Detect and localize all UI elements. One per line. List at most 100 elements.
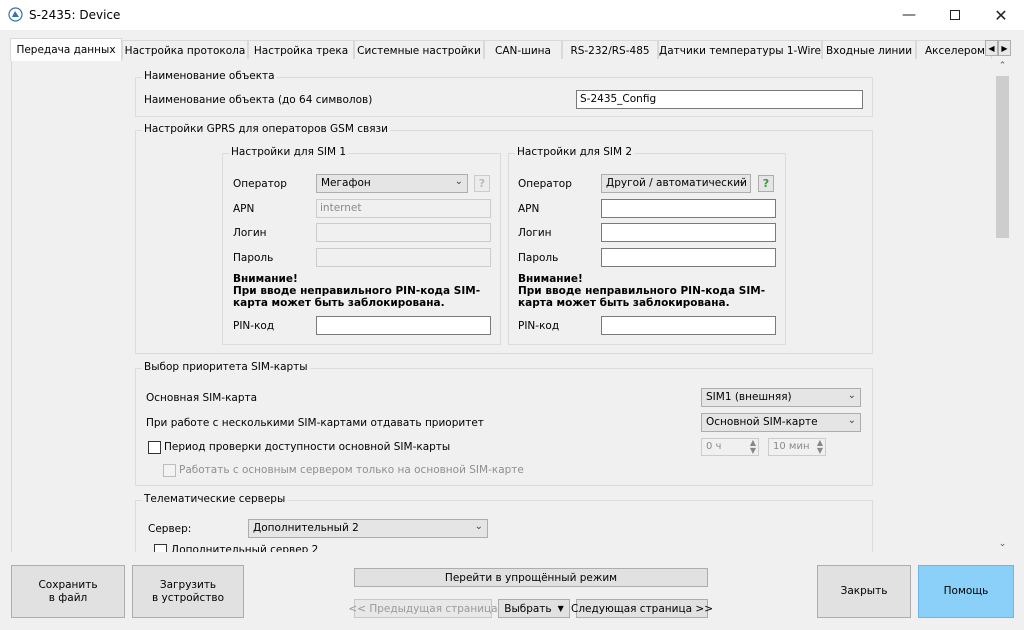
- chevron-down-icon: ⌄: [847, 390, 856, 401]
- sim1-warning: Внимание! При вводе неправильного PIN-ко…: [233, 273, 480, 309]
- sim1-password-input[interactable]: [316, 248, 491, 267]
- tab-track[interactable]: Настройка трека: [248, 40, 354, 60]
- sim1-operator-value: Мегафон: [321, 177, 371, 189]
- maximize-button[interactable]: [932, 0, 978, 30]
- load-to-device-button[interactable]: Загрузить в устройство: [132, 565, 244, 618]
- priority-value: Основной SIM-карте: [706, 416, 818, 428]
- sim1-warning-title: Внимание!: [233, 273, 298, 285]
- caret-down-icon: ▼: [557, 604, 564, 613]
- next-page-button[interactable]: Следующая страница >>: [571, 599, 713, 618]
- sim2-password-input[interactable]: [601, 248, 776, 267]
- tab-can[interactable]: CAN-шина: [484, 40, 562, 60]
- window-title: S-2435: Device: [29, 8, 121, 22]
- select-button[interactable]: Выбрать ▼: [498, 599, 570, 618]
- scroll-up-icon[interactable]: ⌃: [993, 61, 1012, 71]
- arrow-right-icon: ▶: [1001, 43, 1008, 53]
- save-to-file-label: Сохранить в файл: [38, 579, 97, 605]
- sim2-group: Настройки для SIM 2 Оператор Другой / ав…: [508, 146, 786, 345]
- chevron-down-icon: ⌄: [737, 176, 746, 187]
- sim2-apn-label: APN: [518, 203, 540, 215]
- scrollbar-thumb[interactable]: [996, 76, 1009, 238]
- sim2-login-input[interactable]: [601, 223, 776, 242]
- main-sim-label: Основная SIM-карта: [146, 392, 258, 404]
- load-line2: в устройство: [151, 591, 225, 604]
- tab-protocol[interactable]: Настройка протокола: [122, 40, 248, 60]
- gprs-group: Настройки GPRS для операторов GSM связи …: [135, 123, 873, 354]
- sim2-title: Настройки для SIM 2: [515, 146, 635, 158]
- main-sim-select[interactable]: SIM1 (внешняя) ⌄: [701, 388, 861, 407]
- sim2-password-label: Пароль: [518, 252, 559, 264]
- sim2-warning-title: Внимание!: [518, 273, 583, 285]
- tab-data-transfer[interactable]: Передача данных: [10, 38, 122, 61]
- extra-server-checkbox[interactable]: [154, 544, 167, 552]
- sim1-operator-label: Оператор: [233, 178, 287, 190]
- help-button[interactable]: Помощь: [918, 565, 1014, 618]
- app-icon: [8, 7, 23, 22]
- priority-label: При работе с несколькими SIM-картами отд…: [146, 417, 484, 429]
- scroll-down-icon[interactable]: ⌄: [993, 539, 1012, 549]
- load-line1: Загрузить: [159, 578, 217, 591]
- hours-value: 0 ч: [706, 441, 722, 452]
- sim2-operator-label: Оператор: [518, 178, 572, 190]
- sim1-warning-line2: карта может быть заблокирована.: [233, 297, 445, 309]
- tab-scroll-right[interactable]: ▶: [998, 40, 1011, 56]
- sim1-apn-input[interactable]: internet: [316, 199, 491, 218]
- sim2-help-button[interactable]: ?: [758, 175, 774, 192]
- sim2-pin-input[interactable]: [601, 316, 776, 335]
- sim2-login-label: Логин: [518, 227, 552, 239]
- object-name-label: Наименование объекта (до 64 символов): [144, 94, 373, 106]
- sim1-group: Настройки для SIM 1 Оператор Мегафон ⌄ ? …: [222, 146, 501, 345]
- close-window-button[interactable]: ✕: [978, 0, 1024, 30]
- tab-1wire[interactable]: Датчики температуры 1-Wire: [658, 40, 822, 60]
- minimize-icon: —: [902, 7, 916, 23]
- close-button[interactable]: Закрыть: [817, 565, 911, 618]
- tab-scroll-left[interactable]: ◀: [985, 40, 998, 56]
- sim1-pin-input[interactable]: [316, 316, 491, 335]
- prev-page-button[interactable]: << Предыдущая страница: [348, 599, 498, 618]
- sim-priority-title: Выбор приоритета SIM-карты: [142, 361, 310, 373]
- sim1-pin-label: PIN-код: [233, 320, 275, 332]
- simple-mode-button[interactable]: Перейти в упрощённый режим: [354, 568, 708, 587]
- tab-bar: Передача данных Настройка протокола Наст…: [10, 38, 1012, 61]
- sim2-apn-input[interactable]: [601, 199, 776, 218]
- priority-select[interactable]: Основной SIM-карте ⌄: [701, 413, 861, 432]
- sim1-help-button[interactable]: ?: [474, 175, 490, 192]
- save-line1: Сохранить: [38, 578, 98, 591]
- chevron-down-icon: ⌄: [474, 521, 483, 532]
- sim1-login-input[interactable]: [316, 223, 491, 242]
- minutes-value: 10 мин: [773, 441, 810, 452]
- sim2-warning: Внимание! При вводе неправильного PIN-ко…: [518, 273, 765, 309]
- hours-spinner[interactable]: 0 ч ▲ ▼: [701, 438, 759, 456]
- tab-inputs[interactable]: Входные линии: [822, 40, 916, 60]
- minutes-spinner[interactable]: 10 мин ▲ ▼: [768, 438, 826, 456]
- sim1-title: Настройки для SIM 1: [229, 146, 349, 158]
- server-value: Дополнительный 2: [253, 522, 359, 534]
- arrow-left-icon: ◀: [988, 43, 995, 53]
- sim1-operator-select[interactable]: Мегафон ⌄: [316, 174, 468, 193]
- minimize-button[interactable]: —: [886, 0, 932, 30]
- server-select[interactable]: Дополнительный 2 ⌄: [248, 519, 488, 538]
- telematics-group: Телематические серверы Сервер: Дополните…: [135, 493, 873, 552]
- check-period-checkbox[interactable]: [148, 441, 161, 454]
- load-to-device-label: Загрузить в устройство: [152, 579, 224, 605]
- select-label: Выбрать: [504, 602, 552, 615]
- sim2-warning-line1: При вводе неправильного PIN-кода SIM-: [518, 285, 766, 297]
- maximize-icon: [950, 10, 960, 20]
- close-icon: ✕: [994, 5, 1008, 25]
- tab-system[interactable]: Системные настройки: [354, 40, 484, 60]
- tab-accelerometer[interactable]: Акселероме: [916, 40, 992, 60]
- sim1-apn-label: APN: [233, 203, 255, 215]
- check-period-label: Период проверки доступности основной SIM…: [164, 441, 451, 453]
- object-name-group: Наименование объекта Наименование объект…: [135, 70, 873, 117]
- save-to-file-button[interactable]: Сохранить в файл: [11, 565, 125, 618]
- object-name-input[interactable]: S-2435_Config: [576, 90, 863, 109]
- title-bar: [0, 0, 1024, 30]
- save-line2: в файл: [48, 591, 88, 604]
- main-server-only-checkbox[interactable]: [163, 464, 176, 477]
- sim1-warning-line1: При вводе неправильного PIN-кода SIM-: [233, 285, 481, 297]
- spin-arrows-icon: ▲ ▼: [749, 438, 756, 455]
- sim2-operator-select[interactable]: Другой / автоматический ⌄: [601, 174, 751, 193]
- tab-rs232[interactable]: RS-232/RS-485: [562, 40, 658, 60]
- sim-priority-group: Выбор приоритета SIM-карты Основная SIM-…: [135, 361, 873, 486]
- sim1-password-label: Пароль: [233, 252, 274, 264]
